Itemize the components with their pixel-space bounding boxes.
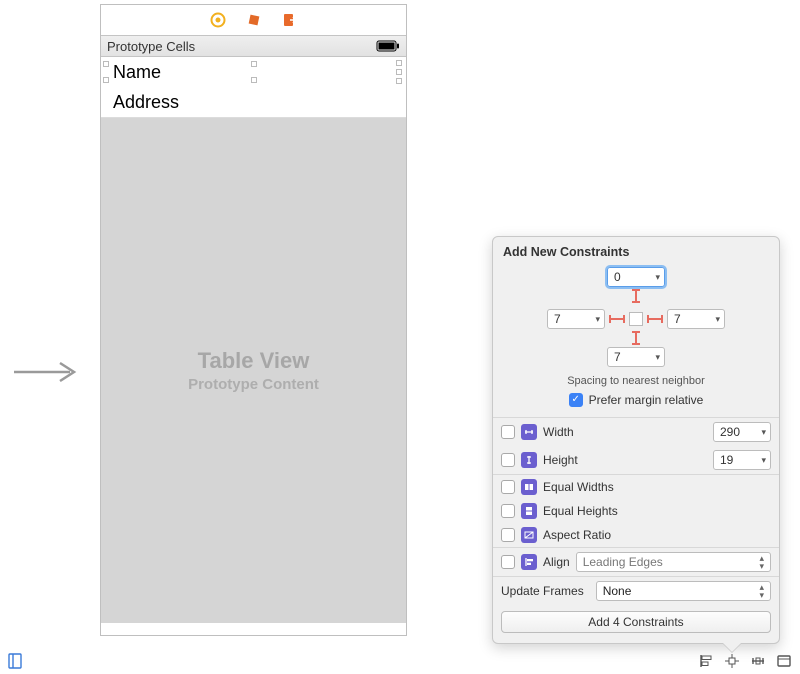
height-label: Height <box>543 453 578 467</box>
align-tool-icon[interactable] <box>698 653 714 669</box>
bottom-strut-icon[interactable] <box>635 331 637 345</box>
exit-icon[interactable] <box>281 11 299 29</box>
resolve-issues-icon[interactable] <box>750 653 766 669</box>
battery-icon <box>376 40 400 52</box>
layout-toolbar <box>698 653 792 669</box>
prototype-cells-header: Prototype Cells <box>101 35 406 57</box>
caret-down-icon: ▾ <box>761 427 766 438</box>
prototype-cell[interactable]: Name Address <box>101 57 406 117</box>
cell-text-address: Address <box>113 92 179 113</box>
top-spacing-value: 0 <box>614 270 621 284</box>
bottom-spacing-field[interactable]: 7▾ <box>607 347 665 367</box>
resize-handles-right[interactable] <box>396 60 402 84</box>
caret-down-icon: ▾ <box>655 352 660 363</box>
storyboard-canvas[interactable]: Prototype Cells Name Address Table View … <box>100 4 407 636</box>
height-icon <box>521 452 537 468</box>
bottom-spacing-value: 7 <box>614 350 621 364</box>
cell-label-name[interactable]: Name <box>101 57 406 87</box>
equal-widths-checkbox[interactable] <box>501 480 515 494</box>
align-value: Leading Edges <box>583 555 663 569</box>
cell-label-address[interactable]: Address <box>101 87 406 117</box>
right-strut-icon[interactable] <box>647 318 663 320</box>
aspect-ratio-checkbox[interactable] <box>501 528 515 542</box>
add-constraints-button-label: Add 4 Constraints <box>588 615 683 629</box>
align-select[interactable]: Leading Edges ▴▾ <box>576 552 771 572</box>
left-spacing-value: 7 <box>554 312 561 326</box>
updown-icon: ▴▾ <box>759 583 764 599</box>
pin-tool-icon[interactable] <box>724 653 740 669</box>
top-spacing-field[interactable]: 0▾ <box>607 267 665 287</box>
equal-heights-checkbox[interactable] <box>501 504 515 518</box>
equal-heights-label: Equal Heights <box>543 504 618 518</box>
embed-in-icon[interactable] <box>776 653 792 669</box>
cell-text-name: Name <box>113 62 161 83</box>
resize-handles-mid[interactable] <box>251 61 257 83</box>
caret-down-icon: ▾ <box>655 272 660 283</box>
document-outline-toggle-icon[interactable] <box>8 653 22 669</box>
aspect-ratio-icon <box>521 527 537 543</box>
update-frames-value: None <box>603 584 632 598</box>
width-field[interactable]: 290 ▾ <box>713 422 771 442</box>
add-constraints-button[interactable]: Add 4 Constraints <box>501 611 771 633</box>
caret-down-icon: ▾ <box>595 314 600 325</box>
popover-title: Add New Constraints <box>493 237 779 265</box>
right-spacing-field[interactable]: 7▾ <box>667 309 725 329</box>
left-strut-icon[interactable] <box>609 318 625 320</box>
constraint-center-box <box>629 312 643 326</box>
equal-widths-icon <box>521 479 537 495</box>
resize-handles-left[interactable] <box>103 61 109 83</box>
update-frames-select[interactable]: None ▴▾ <box>596 581 771 601</box>
prefer-margin-checkbox[interactable]: ✓ <box>569 393 583 407</box>
spacing-hint: Spacing to nearest neighbor <box>567 375 705 387</box>
caret-down-icon: ▾ <box>761 455 766 466</box>
width-icon <box>521 424 537 440</box>
align-checkbox[interactable] <box>501 555 515 569</box>
placeholder-title: Table View <box>198 348 310 374</box>
height-field[interactable]: 19 ▾ <box>713 450 771 470</box>
add-constraints-popover: Add New Constraints 0▾ 7▾ 7▾ 7▾ Spacing … <box>492 236 780 644</box>
align-icon <box>521 554 537 570</box>
equal-heights-icon <box>521 503 537 519</box>
updown-icon: ▴▾ <box>759 554 764 570</box>
width-value: 290 <box>720 425 740 439</box>
equal-widths-label: Equal Widths <box>543 480 614 494</box>
caret-down-icon: ▾ <box>715 314 720 325</box>
pointer-arrow <box>12 360 80 390</box>
placeholder-subtitle: Prototype Content <box>188 376 319 393</box>
scene-toolbar <box>101 5 406 35</box>
top-strut-icon[interactable] <box>635 289 637 303</box>
height-checkbox[interactable] <box>501 453 515 467</box>
align-label: Align <box>543 555 570 569</box>
right-spacing-value: 7 <box>674 312 681 326</box>
width-checkbox[interactable] <box>501 425 515 439</box>
prefer-margin-label: Prefer margin relative <box>589 393 704 407</box>
width-label: Width <box>543 425 574 439</box>
aspect-ratio-label: Aspect Ratio <box>543 528 611 542</box>
left-spacing-field[interactable]: 7▾ <box>547 309 605 329</box>
spacing-controls: 0▾ 7▾ 7▾ 7▾ Spacing to nearest neighbor … <box>493 265 779 417</box>
prototype-cells-label: Prototype Cells <box>107 39 195 54</box>
height-value: 19 <box>720 453 733 467</box>
view-controller-icon[interactable] <box>209 11 227 29</box>
first-responder-icon[interactable] <box>245 11 263 29</box>
update-frames-label: Update Frames <box>501 584 584 598</box>
table-view-placeholder[interactable]: Table View Prototype Content <box>101 117 406 623</box>
